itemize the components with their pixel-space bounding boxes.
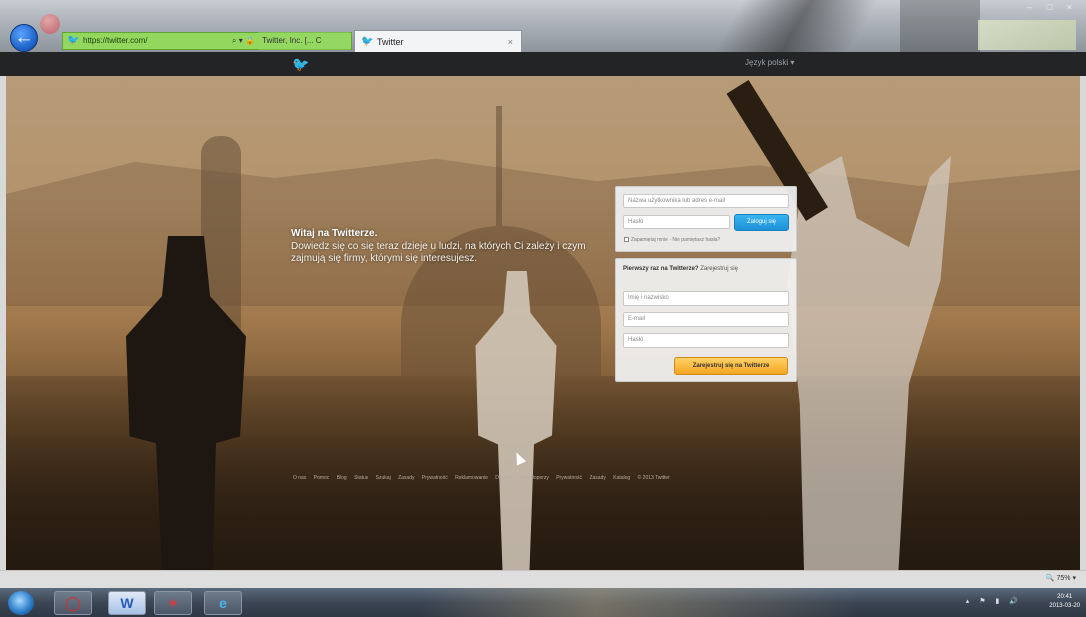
signup-heading: Pierwszy raz na Twitterze? Zarejestruj s… — [623, 266, 738, 272]
footer-link[interactable]: Pomoc — [314, 475, 330, 481]
twitter-bird-icon[interactable]: 🐦 — [292, 56, 309, 72]
signin-button[interactable]: Zaloguj się — [734, 214, 789, 231]
signup-password-input[interactable]: Hasło — [623, 333, 789, 348]
username-input[interactable]: Nazwa użytkownika lub adres e-mail — [623, 194, 789, 208]
hero-spire — [496, 106, 502, 226]
footer-link[interactable]: Prywatność — [422, 475, 448, 481]
footer-link[interactable]: Zasady — [398, 475, 414, 481]
footer-link[interactable]: Blog — [337, 475, 347, 481]
footer-link[interactable]: Szukaj — [376, 475, 391, 481]
remember-checkbox[interactable] — [624, 237, 629, 243]
zoom-control[interactable]: 🔍 75% ▾ — [1046, 574, 1076, 582]
address-text: https://twitter.com/ — [83, 36, 148, 45]
start-button[interactable] — [8, 591, 34, 615]
system-tray-icons[interactable]: ▴ ⚑ ▮ 🔊 — [966, 597, 1022, 605]
name-input[interactable]: Imię i nazwisko — [623, 291, 789, 306]
forward-button[interactable] — [40, 14, 60, 34]
word-taskbar-icon[interactable]: W — [108, 591, 146, 615]
taskbar-clock[interactable]: 20:41 2013-03-20 — [1049, 593, 1080, 611]
twitter-favicon-icon: 🐦 — [67, 35, 80, 46]
clock-date: 2013-03-20 — [1049, 603, 1080, 609]
signup-heading-text: Pierwszy raz na Twitterze? — [623, 266, 699, 272]
tab-close-icon[interactable]: × — [508, 31, 513, 52]
signup-heading-link[interactable]: Zarejestruj się — [700, 266, 738, 272]
chrome-background-shade — [900, 0, 980, 52]
email-input[interactable]: E-mail — [623, 312, 789, 327]
signup-button[interactable]: Zarejestruj się na Twitterze — [674, 357, 788, 375]
footer-link[interactable]: Prywatność — [556, 475, 582, 481]
browser-status-bar: 🔍 75% ▾ — [0, 570, 1086, 588]
twitter-topbar: 🐦 Język polski ▾ — [0, 52, 1086, 76]
footer-link[interactable]: Zasady — [589, 475, 605, 481]
chrome-background — [690, 0, 930, 52]
hero-title: Witaj na Twitterze. — [291, 228, 378, 239]
footer-link[interactable]: Katalog — [613, 475, 630, 481]
window-thumbnail — [978, 20, 1076, 50]
app-taskbar-icon[interactable]: ✶ — [154, 591, 192, 615]
tab-label: Twitter — [377, 37, 404, 47]
taskbar-background — [420, 588, 860, 617]
window-controls[interactable]: – □ × — [1027, 2, 1078, 12]
language-select[interactable]: Język polski ▾ — [745, 58, 794, 67]
back-button[interactable]: ← — [10, 24, 38, 52]
ie-taskbar-icon[interactable]: e — [204, 591, 242, 615]
footer-link[interactable]: Dla firm — [495, 475, 512, 481]
footer-link[interactable]: Deweloperzy — [520, 475, 549, 481]
footer-copyright: © 2013 Twitter — [637, 475, 670, 481]
address-controls[interactable]: ⌕ ▾ 🔒 — [232, 32, 255, 50]
hero-background — [6, 76, 1080, 570]
footer-links: O nas Pomoc Blog Status Szukaj Zasady Pr… — [293, 475, 733, 481]
footer-link[interactable]: Status — [354, 475, 368, 481]
hero-description: Dowiedz się co się teraz dzieje u ludzi,… — [291, 241, 586, 264]
remember-me[interactable]: Zapamiętaj mnie · Nie pamiętasz hasła? — [624, 236, 720, 244]
footer-link[interactable]: Reklamowanie — [455, 475, 488, 481]
tab-twitter-inc[interactable]: Twitter, Inc. [... C — [258, 32, 350, 50]
clock-time: 20:41 — [1057, 594, 1073, 600]
password-input[interactable]: Hasło — [623, 215, 730, 229]
opera-taskbar-icon[interactable]: ◯ — [54, 591, 92, 615]
twitter-tab-icon: 🐦 — [361, 36, 374, 47]
taskbar: ◯ W ✶ e ▴ ⚑ ▮ 🔊 20:41 2013-03-20 — [0, 588, 1086, 617]
browser-chrome: ← 🐦 https://twitter.com/ ⌕ ▾ 🔒 Twitter, … — [0, 0, 1086, 52]
remember-label: Zapamiętaj mnie · Nie pamiętasz hasła? — [631, 237, 721, 243]
footer-link[interactable]: O nas — [293, 475, 306, 481]
tab-twitter[interactable]: 🐦 Twitter × — [354, 30, 522, 52]
